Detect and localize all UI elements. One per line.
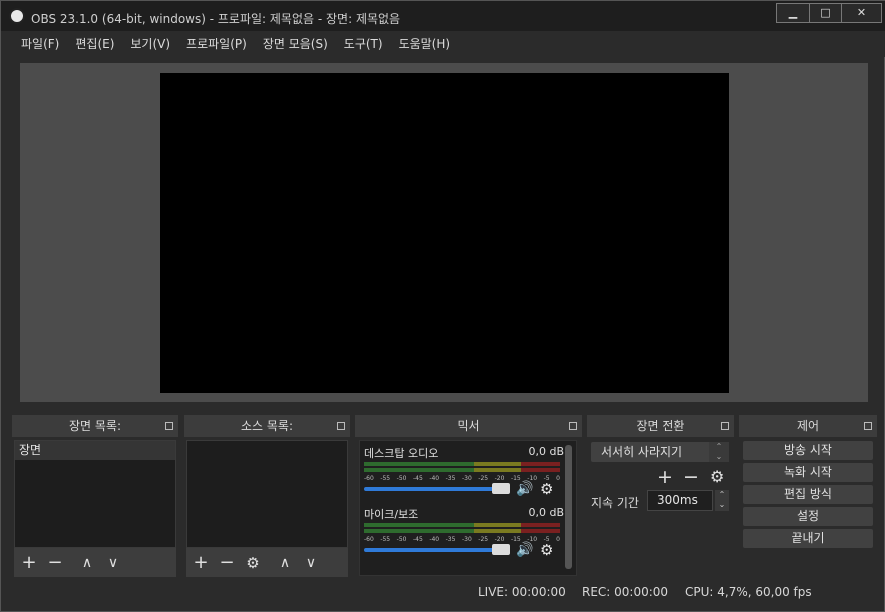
scenes-dock: 장면 목록: 장면 + − ∧ ∨: [12, 415, 178, 578]
close-button[interactable]: ✕: [841, 4, 881, 22]
remove-source-minus-icon[interactable]: −: [216, 552, 238, 574]
status-live: LIVE: 00:00:00: [478, 585, 566, 599]
gear-icon[interactable]: ⚙: [540, 480, 553, 498]
sources-dock: 소스 목록: + − ⚙ ∧ ∨: [184, 415, 350, 578]
source-list[interactable]: [186, 440, 348, 548]
volume-meter: [364, 529, 560, 533]
exit-button[interactable]: 끝내기: [743, 529, 873, 548]
menu-file[interactable]: 파일(F): [13, 31, 67, 57]
mixer-channel-mic-aux: 마이크/보조 0,0 dB -60 -55 -50 -45 -40 -35 -30 -25 -2…: [364, 506, 564, 566]
duration-label: 지속 기간: [591, 496, 639, 510]
channel-db: 0,0 dB: [528, 445, 564, 458]
sources-dock-body: + − ⚙ ∧ ∨: [184, 440, 350, 578]
controls-dock-title: 제어: [796, 419, 820, 433]
maximize-button[interactable]: □: [809, 4, 841, 22]
remove-transition-minus-icon[interactable]: −: [683, 466, 699, 488]
transition-select[interactable]: 서서히 사라지기 ⌃ ⌄: [591, 442, 729, 462]
transitions-dock-body: 서서히 사라지기 ⌃ ⌄ + − ⚙ 지속 기간 300ms ⌃ ⌄: [587, 440, 734, 578]
sources-dock-header: 소스 목록:: [184, 415, 350, 437]
channel-db: 0,0 dB: [528, 506, 564, 519]
add-source-plus-icon[interactable]: +: [190, 552, 212, 574]
dock-float-icon[interactable]: [337, 422, 345, 430]
sources-dock-title: 소스 목록:: [240, 419, 294, 433]
gear-icon[interactable]: ⚙: [540, 541, 553, 559]
scenes-dock-header: 장면 목록:: [12, 415, 178, 437]
volume-slider-track[interactable]: [364, 487, 510, 491]
volume-meter: [364, 462, 560, 466]
menu-tools[interactable]: 도구(T): [336, 31, 391, 57]
dock-float-icon[interactable]: [165, 422, 173, 430]
scenes-dock-body: 장면 + − ∧ ∨: [12, 440, 178, 578]
dock-float-icon[interactable]: [864, 422, 872, 430]
transitions-dock-title: 장면 전환: [636, 419, 685, 433]
sources-toolbar: + − ⚙ ∧ ∨: [186, 548, 348, 577]
volume-slider-handle[interactable]: [492, 483, 510, 494]
speaker-icon[interactable]: 🔊: [516, 542, 533, 558]
mixer-channel-desktop-audio: 데스크탑 오디오 0,0 dB -60 -55 -50 -45 -40 -35 -30 -25…: [364, 445, 564, 505]
controls-dock: 제어 방송 시작 녹화 시작 편집 방식 설정 끝내기: [739, 415, 877, 578]
dock-float-icon[interactable]: [721, 422, 729, 430]
menu-edit[interactable]: 편집(E): [67, 31, 122, 57]
transitions-dock: 장면 전환 서서히 사라지기 ⌃ ⌄ + − ⚙ 지속 기간 300ms ⌃ ⌄: [587, 415, 734, 578]
move-source-down-icon[interactable]: ∨: [300, 552, 322, 574]
transition-properties-gear-icon[interactable]: ⚙: [710, 467, 724, 486]
title-bar: OBS 23.1.0 (64-bit, windows) - 프로파일: 제목없…: [1, 1, 885, 31]
transition-selected-value: 서서히 사라지기: [601, 445, 683, 459]
transitions-dock-header: 장면 전환: [587, 415, 734, 437]
controls-dock-body: 방송 시작 녹화 시작 편집 방식 설정 끝내기: [739, 440, 877, 578]
move-scene-up-icon[interactable]: ∧: [76, 552, 98, 574]
window-controls: ▁ □ ✕: [776, 3, 882, 23]
window-title: OBS 23.1.0 (64-bit, windows) - 프로파일: 제목없…: [31, 12, 401, 26]
menu-help[interactable]: 도움말(H): [391, 31, 459, 57]
menu-profile[interactable]: 프로파일(P): [178, 31, 255, 57]
scene-item[interactable]: 장면: [15, 441, 175, 460]
menu-view[interactable]: 보기(V): [122, 31, 178, 57]
channel-name: 마이크/보조: [364, 508, 419, 521]
minimize-button[interactable]: ▁: [777, 4, 809, 22]
status-cpu: CPU: 4,7%, 60,00 fps: [685, 585, 812, 599]
mixer-dock-title: 믹서: [457, 419, 480, 433]
start-recording-button[interactable]: 녹화 시작: [743, 463, 873, 482]
scenes-dock-title: 장면 목록:: [68, 419, 122, 433]
duration-input[interactable]: 300ms: [647, 490, 713, 511]
add-transition-plus-icon[interactable]: +: [657, 466, 673, 488]
move-scene-down-icon[interactable]: ∨: [102, 552, 124, 574]
speaker-icon[interactable]: 🔊: [516, 481, 533, 497]
mixer-dock-header: 믹서: [355, 415, 582, 437]
source-properties-gear-icon[interactable]: ⚙: [242, 552, 264, 574]
add-scene-plus-icon[interactable]: +: [18, 552, 40, 574]
select-arrows-icon: ⌃ ⌄: [709, 442, 729, 462]
preview-canvas[interactable]: [160, 73, 729, 393]
menu-bar: 파일(F) 편집(E) 보기(V) 프로파일(P) 장면 모음(S) 도구(T)…: [2, 31, 885, 57]
scenes-toolbar: + − ∧ ∨: [14, 548, 176, 577]
controls-dock-header: 제어: [739, 415, 877, 437]
mixer-body: 데스크탑 오디오 0,0 dB -60 -55 -50 -45 -40 -35 -30 -25…: [359, 440, 577, 576]
menu-scene-collection[interactable]: 장면 모음(S): [255, 31, 336, 57]
studio-mode-button[interactable]: 편집 방식: [743, 485, 873, 504]
mixer-scrollbar[interactable]: [565, 445, 572, 569]
volume-meter: [364, 523, 560, 527]
preview-area: [20, 63, 868, 402]
volume-slider-track[interactable]: [364, 548, 510, 552]
duration-spinner[interactable]: ⌃ ⌄: [715, 490, 729, 511]
dock-float-icon[interactable]: [569, 422, 577, 430]
volume-meter: [364, 468, 560, 472]
start-streaming-button[interactable]: 방송 시작: [743, 441, 873, 460]
obs-logo-icon: [9, 8, 25, 24]
volume-slider-handle[interactable]: [492, 544, 510, 555]
channel-name: 데스크탑 오디오: [364, 447, 439, 460]
mixer-dock: 믹서 데스크탑 오디오 0,0 dB -60 -55 -50 -45 -40 -35 -30…: [355, 415, 582, 578]
remove-scene-minus-icon[interactable]: −: [44, 552, 66, 574]
scene-list[interactable]: 장면: [14, 440, 176, 548]
settings-button[interactable]: 설정: [743, 507, 873, 526]
move-source-up-icon[interactable]: ∧: [274, 552, 296, 574]
status-rec: REC: 00:00:00: [582, 585, 669, 599]
obs-window: OBS 23.1.0 (64-bit, windows) - 프로파일: 제목없…: [0, 0, 885, 612]
